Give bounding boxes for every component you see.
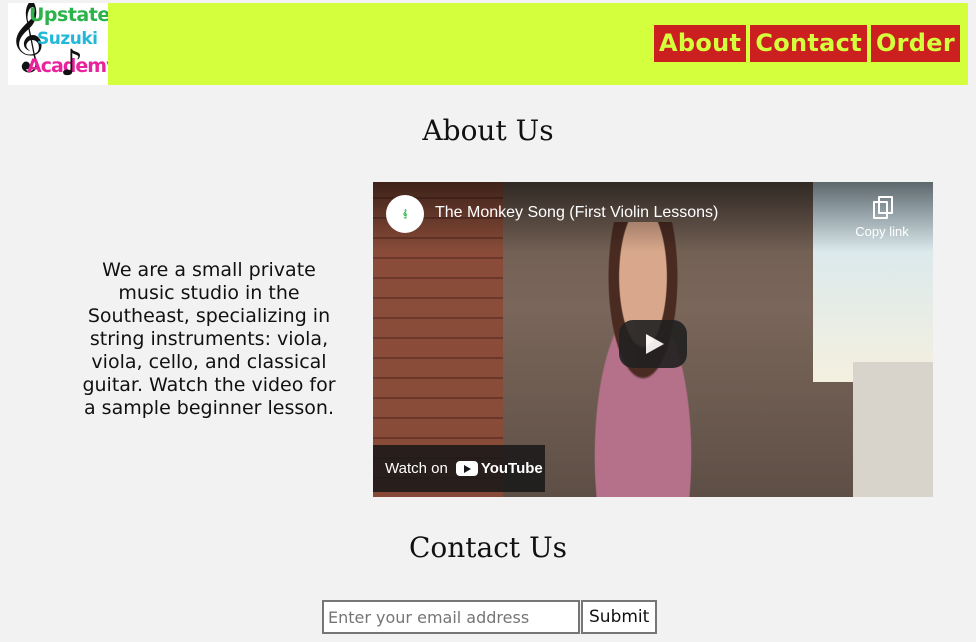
copy-link-label: Copy link [855,224,909,239]
about-description: We are a small private music studio in t… [82,259,336,419]
video-title[interactable]: The Monkey Song (First Violin Lessons) [435,204,718,222]
copy-link-button[interactable]: Copy link [847,196,917,239]
play-button[interactable] [619,320,687,368]
youtube-logo: YouTube [455,460,543,477]
channel-avatar[interactable]: 𝄞 [386,195,424,233]
main-nav: About Contact Order [654,25,960,62]
about-heading: About Us [422,114,554,147]
youtube-wordmark: YouTube [480,460,543,477]
logo-word-1: Upstate [29,4,108,26]
nav-contact-button[interactable]: Contact [750,25,867,62]
site-header: 𝄞 Upstate Suzuki Academy ♪ About Contact… [8,3,968,85]
copy-icon [873,196,893,219]
youtube-play-icon [455,461,478,476]
contact-heading: Contact Us [408,531,568,564]
email-input[interactable] [322,600,580,634]
submit-button[interactable]: Submit [581,600,658,634]
watch-on-youtube-button[interactable]: Watch on YouTube [373,445,545,492]
video-thumbnail-shelf [853,362,933,497]
music-note-icon: ♪ [60,43,83,84]
nav-order-button[interactable]: Order [870,25,960,62]
nav-about-button[interactable]: About [654,25,747,62]
watch-on-label: Watch on [385,460,448,477]
contact-form: Submit [322,600,658,634]
youtube-video-embed[interactable]: 𝄞 The Monkey Song (First Violin Lessons)… [373,182,933,497]
site-logo[interactable]: 𝄞 Upstate Suzuki Academy ♪ [8,3,108,85]
